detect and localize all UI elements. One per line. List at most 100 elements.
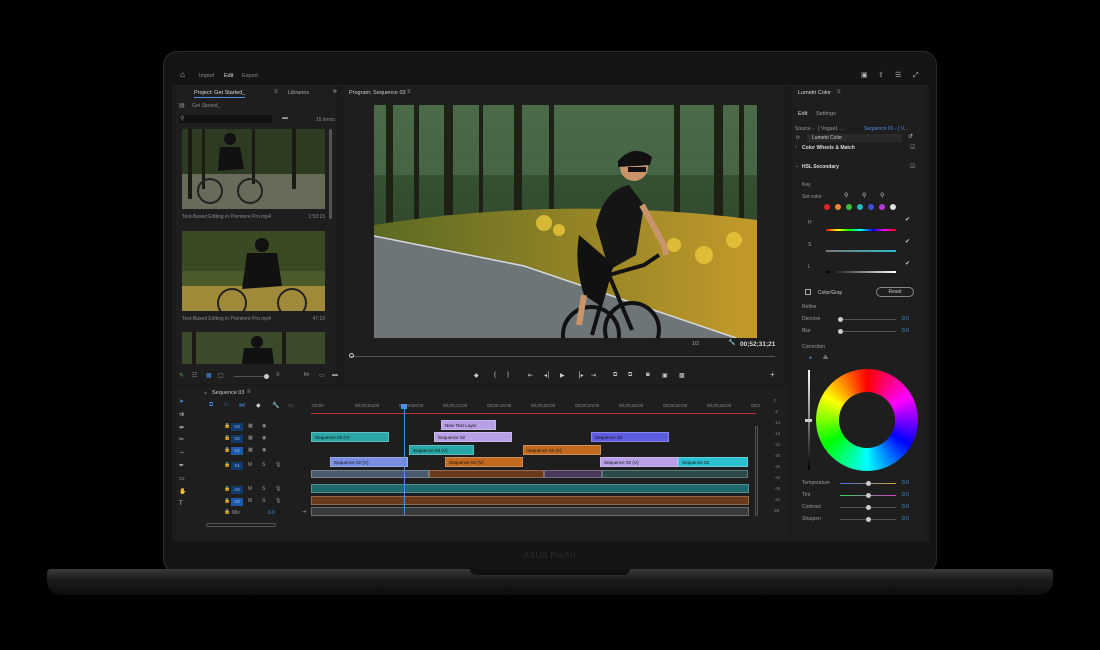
timeline-clip-thumb-strip[interactable] xyxy=(544,470,602,478)
freeform-view-icon[interactable]: ▢ xyxy=(218,372,224,379)
timeline-clip[interactable]: Sequence 02 (V) xyxy=(600,457,678,467)
color-gray-checkbox[interactable] xyxy=(805,289,811,295)
track-target-a3[interactable]: A3 xyxy=(231,498,243,506)
correction-label[interactable]: Correction xyxy=(802,344,825,350)
snap-icon[interactable]: ⧉ xyxy=(209,402,213,409)
timeline-clip[interactable]: Sequence 02 xyxy=(434,432,512,442)
timeline-clip[interactable]: Sequence 03 (V) xyxy=(311,432,389,442)
sync-lock-icon[interactable]: ▦ xyxy=(248,423,253,429)
timeline-zoom-scrollbar[interactable] xyxy=(206,523,276,527)
track-select-tool-icon[interactable]: ⇉ xyxy=(179,409,191,422)
timeline-playhead[interactable] xyxy=(404,406,405,516)
track-target-v3[interactable]: V3 xyxy=(231,423,243,431)
track-target-v2[interactable]: V2 xyxy=(231,435,243,443)
export-frame-icon[interactable]: ◙ xyxy=(646,372,651,378)
folder-icon[interactable]: ▬ xyxy=(332,372,338,378)
color-wheel[interactable] xyxy=(816,369,918,471)
audio-clip[interactable] xyxy=(311,496,749,505)
captions-icon[interactable]: ▭ xyxy=(288,402,294,409)
voice-over-mic-icon[interactable]: 🎙 xyxy=(275,462,281,468)
eyedropper-add-icon[interactable]: ⚲ xyxy=(862,192,866,199)
linked-selection-icon[interactable]: ∩ xyxy=(224,402,228,408)
mute-button[interactable]: M xyxy=(248,498,252,504)
go-to-in-icon[interactable]: ⇤ xyxy=(528,372,534,379)
project-panel-title[interactable]: Project: Get Started_ xyxy=(194,90,246,98)
pen-tool-icon[interactable]: ✒ xyxy=(179,460,191,473)
program-playhead[interactable] xyxy=(349,353,354,358)
mute-button[interactable]: M xyxy=(248,486,252,492)
saturation-check-icon[interactable]: ✔ xyxy=(905,238,910,245)
lock-mix-icon[interactable]: 🔒 xyxy=(224,509,230,515)
vertical-scrollbar[interactable] xyxy=(755,426,758,516)
list-view-icon[interactable]: ☷ xyxy=(192,372,197,379)
marker-icon[interactable]: ◆ xyxy=(474,372,480,379)
search-input[interactable] xyxy=(179,115,272,123)
single-wheel-icon[interactable]: ● xyxy=(809,355,812,361)
tab-export[interactable]: Export xyxy=(242,73,258,79)
tab-edit[interactable]: Edit xyxy=(224,73,233,79)
source-sequence-select[interactable]: Sequence 01 - ( V... xyxy=(864,126,908,132)
timeline-clip[interactable]: Sequence 02 (V) xyxy=(330,457,408,467)
timeline-clip-thumb-strip[interactable] xyxy=(429,470,544,478)
track-lock-icon[interactable]: 🔒 xyxy=(224,486,230,492)
go-to-out-icon[interactable]: ⇥ xyxy=(591,372,597,379)
lumetri-tab-settings[interactable]: Settings xyxy=(816,111,836,117)
find-icon[interactable]: fin xyxy=(304,372,309,378)
add-button-icon[interactable]: + xyxy=(770,370,775,379)
luma-slider-knob[interactable] xyxy=(805,419,812,422)
fullscreen-icon[interactable]: ⤢ xyxy=(913,72,919,80)
luminance-slider[interactable] xyxy=(826,271,896,273)
contrast-value[interactable]: 0.0 xyxy=(902,504,909,510)
lumetri-tab-edit[interactable]: Edit xyxy=(798,111,807,117)
settings-wrench-icon[interactable]: 🔧 xyxy=(272,402,279,409)
eyedropper-icon[interactable]: ⚲ xyxy=(844,192,848,199)
three-way-wheel-icon[interactable]: ⁂ xyxy=(823,355,828,361)
color-swatch[interactable] xyxy=(835,204,841,210)
track-target-a1[interactable]: A1 xyxy=(231,462,243,470)
timeline-clip[interactable]: New Text Layer xyxy=(441,420,496,430)
hue-check-icon[interactable]: ✔ xyxy=(905,216,910,223)
color-swatch[interactable] xyxy=(824,204,830,210)
mute-button[interactable]: M xyxy=(248,462,252,468)
track-lock-icon[interactable]: 🔒 xyxy=(224,435,230,441)
chevron-down-icon[interactable]: ⌄ xyxy=(795,163,799,169)
step-forward-icon[interactable]: ▕▸ xyxy=(575,372,585,379)
timeline-clip[interactable]: Sequence 03 (V) xyxy=(409,445,474,455)
sharpen-slider[interactable] xyxy=(840,517,896,522)
new-bin-icon[interactable]: ▬ xyxy=(282,115,288,121)
track-lock-icon[interactable]: 🔒 xyxy=(224,498,230,504)
razor-tool-icon[interactable]: ✂ xyxy=(179,434,191,447)
timeline-clip[interactable]: Sequence 03 (V) xyxy=(523,445,601,455)
libraries-tab[interactable]: Libraries xyxy=(288,90,309,96)
denoise-value[interactable]: 0.0 xyxy=(902,316,909,322)
blur-value[interactable]: 0.0 xyxy=(902,328,909,334)
slip-tool-icon[interactable]: ⇔ xyxy=(179,447,191,460)
color-swatch[interactable] xyxy=(846,204,852,210)
sort-icon[interactable]: ≡ xyxy=(276,372,280,378)
solo-button[interactable]: S xyxy=(262,462,265,468)
overwrite-icon[interactable]: ⧉ xyxy=(628,372,633,379)
source-clip-select[interactable]: ( Vogue1 ... xyxy=(818,126,844,132)
clip-thumbnail-2[interactable] xyxy=(182,231,325,311)
ripple-edit-tool-icon[interactable]: ⇹ xyxy=(179,422,191,435)
timeline-clip-thumb-strip[interactable] xyxy=(311,470,429,478)
resolution-select[interactable]: 1/2 xyxy=(692,341,699,347)
section-color-wheels[interactable]: Color Wheels & Match xyxy=(802,145,855,151)
color-swatch[interactable] xyxy=(879,204,885,210)
voice-over-mic-icon[interactable]: 🎙 xyxy=(275,486,281,492)
close-sequence-icon[interactable]: × xyxy=(204,391,207,397)
hsl-checkbox[interactable]: ☑ xyxy=(910,163,915,170)
eye-icon[interactable]: ◉ xyxy=(262,435,266,441)
solo-button[interactable]: S xyxy=(262,498,265,504)
program-scrubber[interactable] xyxy=(350,356,775,357)
audio-clip[interactable] xyxy=(311,484,749,493)
reset-effect-icon[interactable]: ↺ xyxy=(908,133,913,140)
mark-in-icon[interactable]: { xyxy=(494,372,497,378)
hand-tool-icon[interactable]: ✋ xyxy=(179,486,191,499)
timeline-clip-thumb-strip[interactable] xyxy=(602,470,748,478)
lumetri-menu-icon[interactable]: ≡ xyxy=(837,89,841,95)
play-icon[interactable]: ▶ xyxy=(560,372,566,379)
temperature-value[interactable]: 0.0 xyxy=(902,480,909,486)
type-tool-icon[interactable]: T xyxy=(179,498,191,511)
luminance-check-icon[interactable]: ✔ xyxy=(905,260,910,267)
